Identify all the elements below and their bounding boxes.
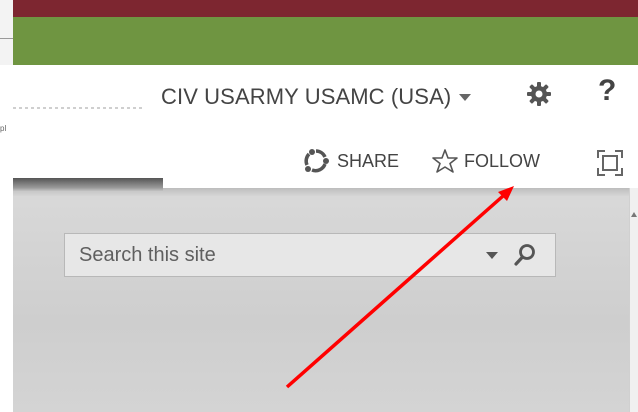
help-icon[interactable]: ? bbox=[598, 74, 616, 108]
follow-button[interactable]: FOLLOW bbox=[432, 148, 540, 174]
follow-label: FOLLOW bbox=[464, 150, 541, 171]
search-scope-dropdown-icon[interactable] bbox=[486, 252, 498, 259]
scroll-up-arrow-icon[interactable] bbox=[631, 212, 637, 217]
user-menu[interactable]: CIV USARMY USAMC (USA) bbox=[161, 84, 472, 110]
focus-mode-icon[interactable] bbox=[595, 148, 625, 178]
left-edge-line bbox=[0, 38, 13, 39]
share-icon bbox=[304, 149, 329, 173]
search-input[interactable] bbox=[65, 234, 465, 276]
follow-star-icon bbox=[432, 149, 458, 173]
left-crumb-text: pl bbox=[0, 124, 7, 133]
suite-bar bbox=[0, 0, 638, 17]
content-area bbox=[13, 188, 629, 412]
left-edge-strip: pl bbox=[0, 0, 13, 412]
ribbon-bar bbox=[13, 17, 638, 65]
left-shadow-band bbox=[13, 178, 163, 192]
search-icon[interactable] bbox=[513, 243, 537, 267]
vertical-scrollbar[interactable] bbox=[629, 188, 638, 412]
share-button[interactable]: SHARE bbox=[303, 148, 399, 174]
user-name: CIV USARMY USAMC (USA) bbox=[161, 84, 452, 109]
dotted-divider bbox=[13, 107, 143, 109]
left-edge-shade bbox=[0, 0, 13, 65]
share-label: SHARE bbox=[337, 150, 400, 171]
site-search-box bbox=[64, 233, 556, 277]
chevron-down-icon bbox=[459, 93, 472, 101]
settings-gear-icon[interactable] bbox=[525, 80, 553, 108]
